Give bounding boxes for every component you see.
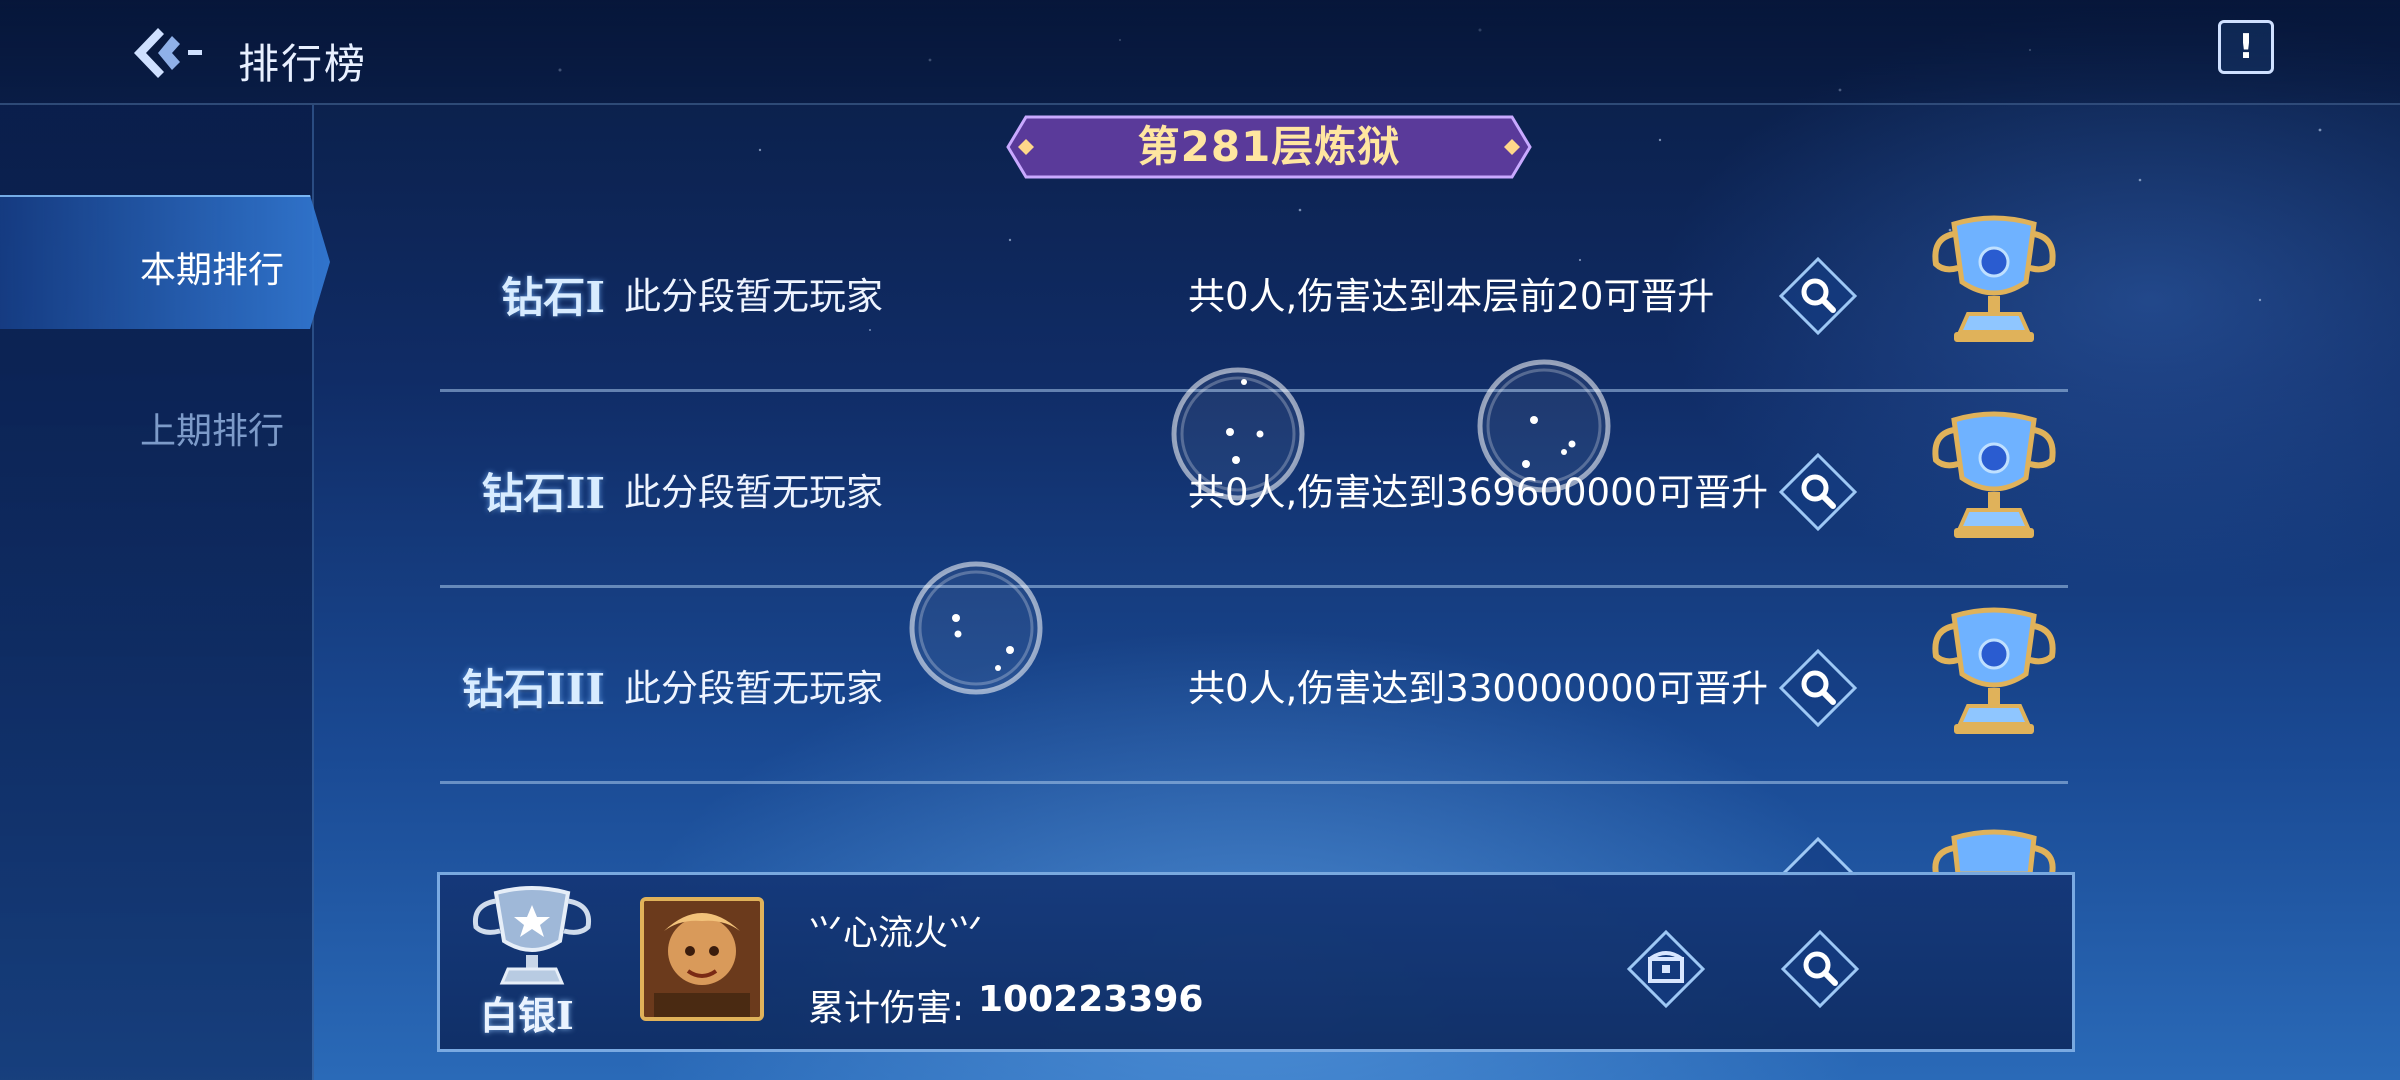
diamond-trophy-icon bbox=[1932, 215, 2056, 342]
row-divider bbox=[440, 781, 2068, 784]
sparkle-bubble-icon bbox=[909, 561, 1043, 695]
damage-value: 100223396 bbox=[978, 979, 1204, 1020]
search-icon[interactable] bbox=[1778, 836, 1858, 876]
sparkle-bubble-icon bbox=[1171, 367, 1305, 501]
page-title: 排行榜 bbox=[238, 40, 367, 88]
avatar[interactable] bbox=[640, 897, 764, 1021]
sparkle-bubble-icon bbox=[1477, 359, 1611, 493]
top-bar: 排行榜 ! bbox=[0, 0, 2400, 105]
my-rank-name: 白银I bbox=[480, 993, 574, 1038]
player-name: ⺍心流火⺍ bbox=[808, 914, 984, 954]
reward-chest-icon[interactable] bbox=[1626, 929, 1706, 1009]
rank-row: 钻石I 此分段暂无玩家 共0人,伤害达到本层前20可晋升 bbox=[440, 196, 2068, 392]
rank-status: 此分段暂无玩家 bbox=[624, 667, 883, 710]
promotion-requirement: 共0人,伤害达到本层前20可晋升 bbox=[1188, 275, 1715, 318]
rank-name: 钻石I bbox=[501, 273, 605, 322]
promotion-requirement: 共0人,伤害达到330000000可晋升 bbox=[1188, 667, 1769, 710]
rank-row: 钻石III 此分段暂无玩家 共0人,伤害达到330000000可晋升 bbox=[440, 588, 2068, 784]
damage-label: 累计伤害: bbox=[808, 988, 965, 1029]
hero-portrait-icon bbox=[644, 901, 760, 1017]
tab-previous-ranking[interactable]: 上期排行 bbox=[0, 358, 312, 492]
diamond-trophy-icon bbox=[1932, 829, 2056, 874]
search-icon[interactable] bbox=[1778, 452, 1858, 532]
floor-banner: 第281层炼狱 bbox=[996, 113, 1542, 181]
my-ranking-bar: 白银I ⺍心流火⺍ 累计伤害: 100223396 bbox=[437, 872, 2075, 1052]
search-icon[interactable] bbox=[1778, 648, 1858, 728]
floor-title: 第281层炼狱 bbox=[1137, 122, 1401, 171]
silver-trophy-icon bbox=[472, 886, 592, 985]
back-arrow-icon[interactable] bbox=[128, 22, 208, 84]
rank-status: 此分段暂无玩家 bbox=[624, 471, 883, 514]
tab-current-ranking-label: 本期排行 bbox=[139, 250, 284, 291]
search-icon[interactable] bbox=[1778, 256, 1858, 336]
notice-button[interactable]: ! bbox=[2218, 20, 2274, 74]
tab-current-ranking[interactable]: 本期排行 bbox=[0, 195, 330, 329]
search-icon[interactable] bbox=[1780, 929, 1860, 1009]
sidebar: 本期排行 上期排行 bbox=[0, 105, 330, 1080]
rank-name: 钻石III bbox=[462, 665, 605, 714]
tab-previous-ranking-label: 上期排行 bbox=[139, 411, 284, 452]
diamond-trophy-icon bbox=[1932, 607, 2056, 734]
rank-status: 此分段暂无玩家 bbox=[624, 275, 883, 318]
diamond-trophy-icon bbox=[1932, 411, 2056, 538]
rank-name: 钻石II bbox=[481, 469, 605, 518]
